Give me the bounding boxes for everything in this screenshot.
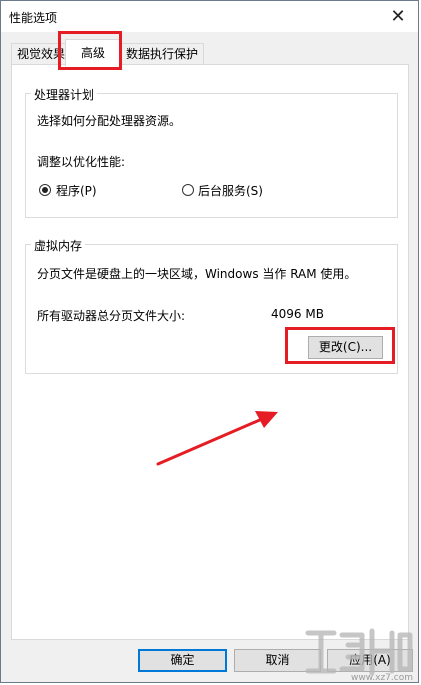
- watermark-text: www.xz7.com: [351, 673, 413, 683]
- annotation-arrow-icon: [156, 411, 278, 466]
